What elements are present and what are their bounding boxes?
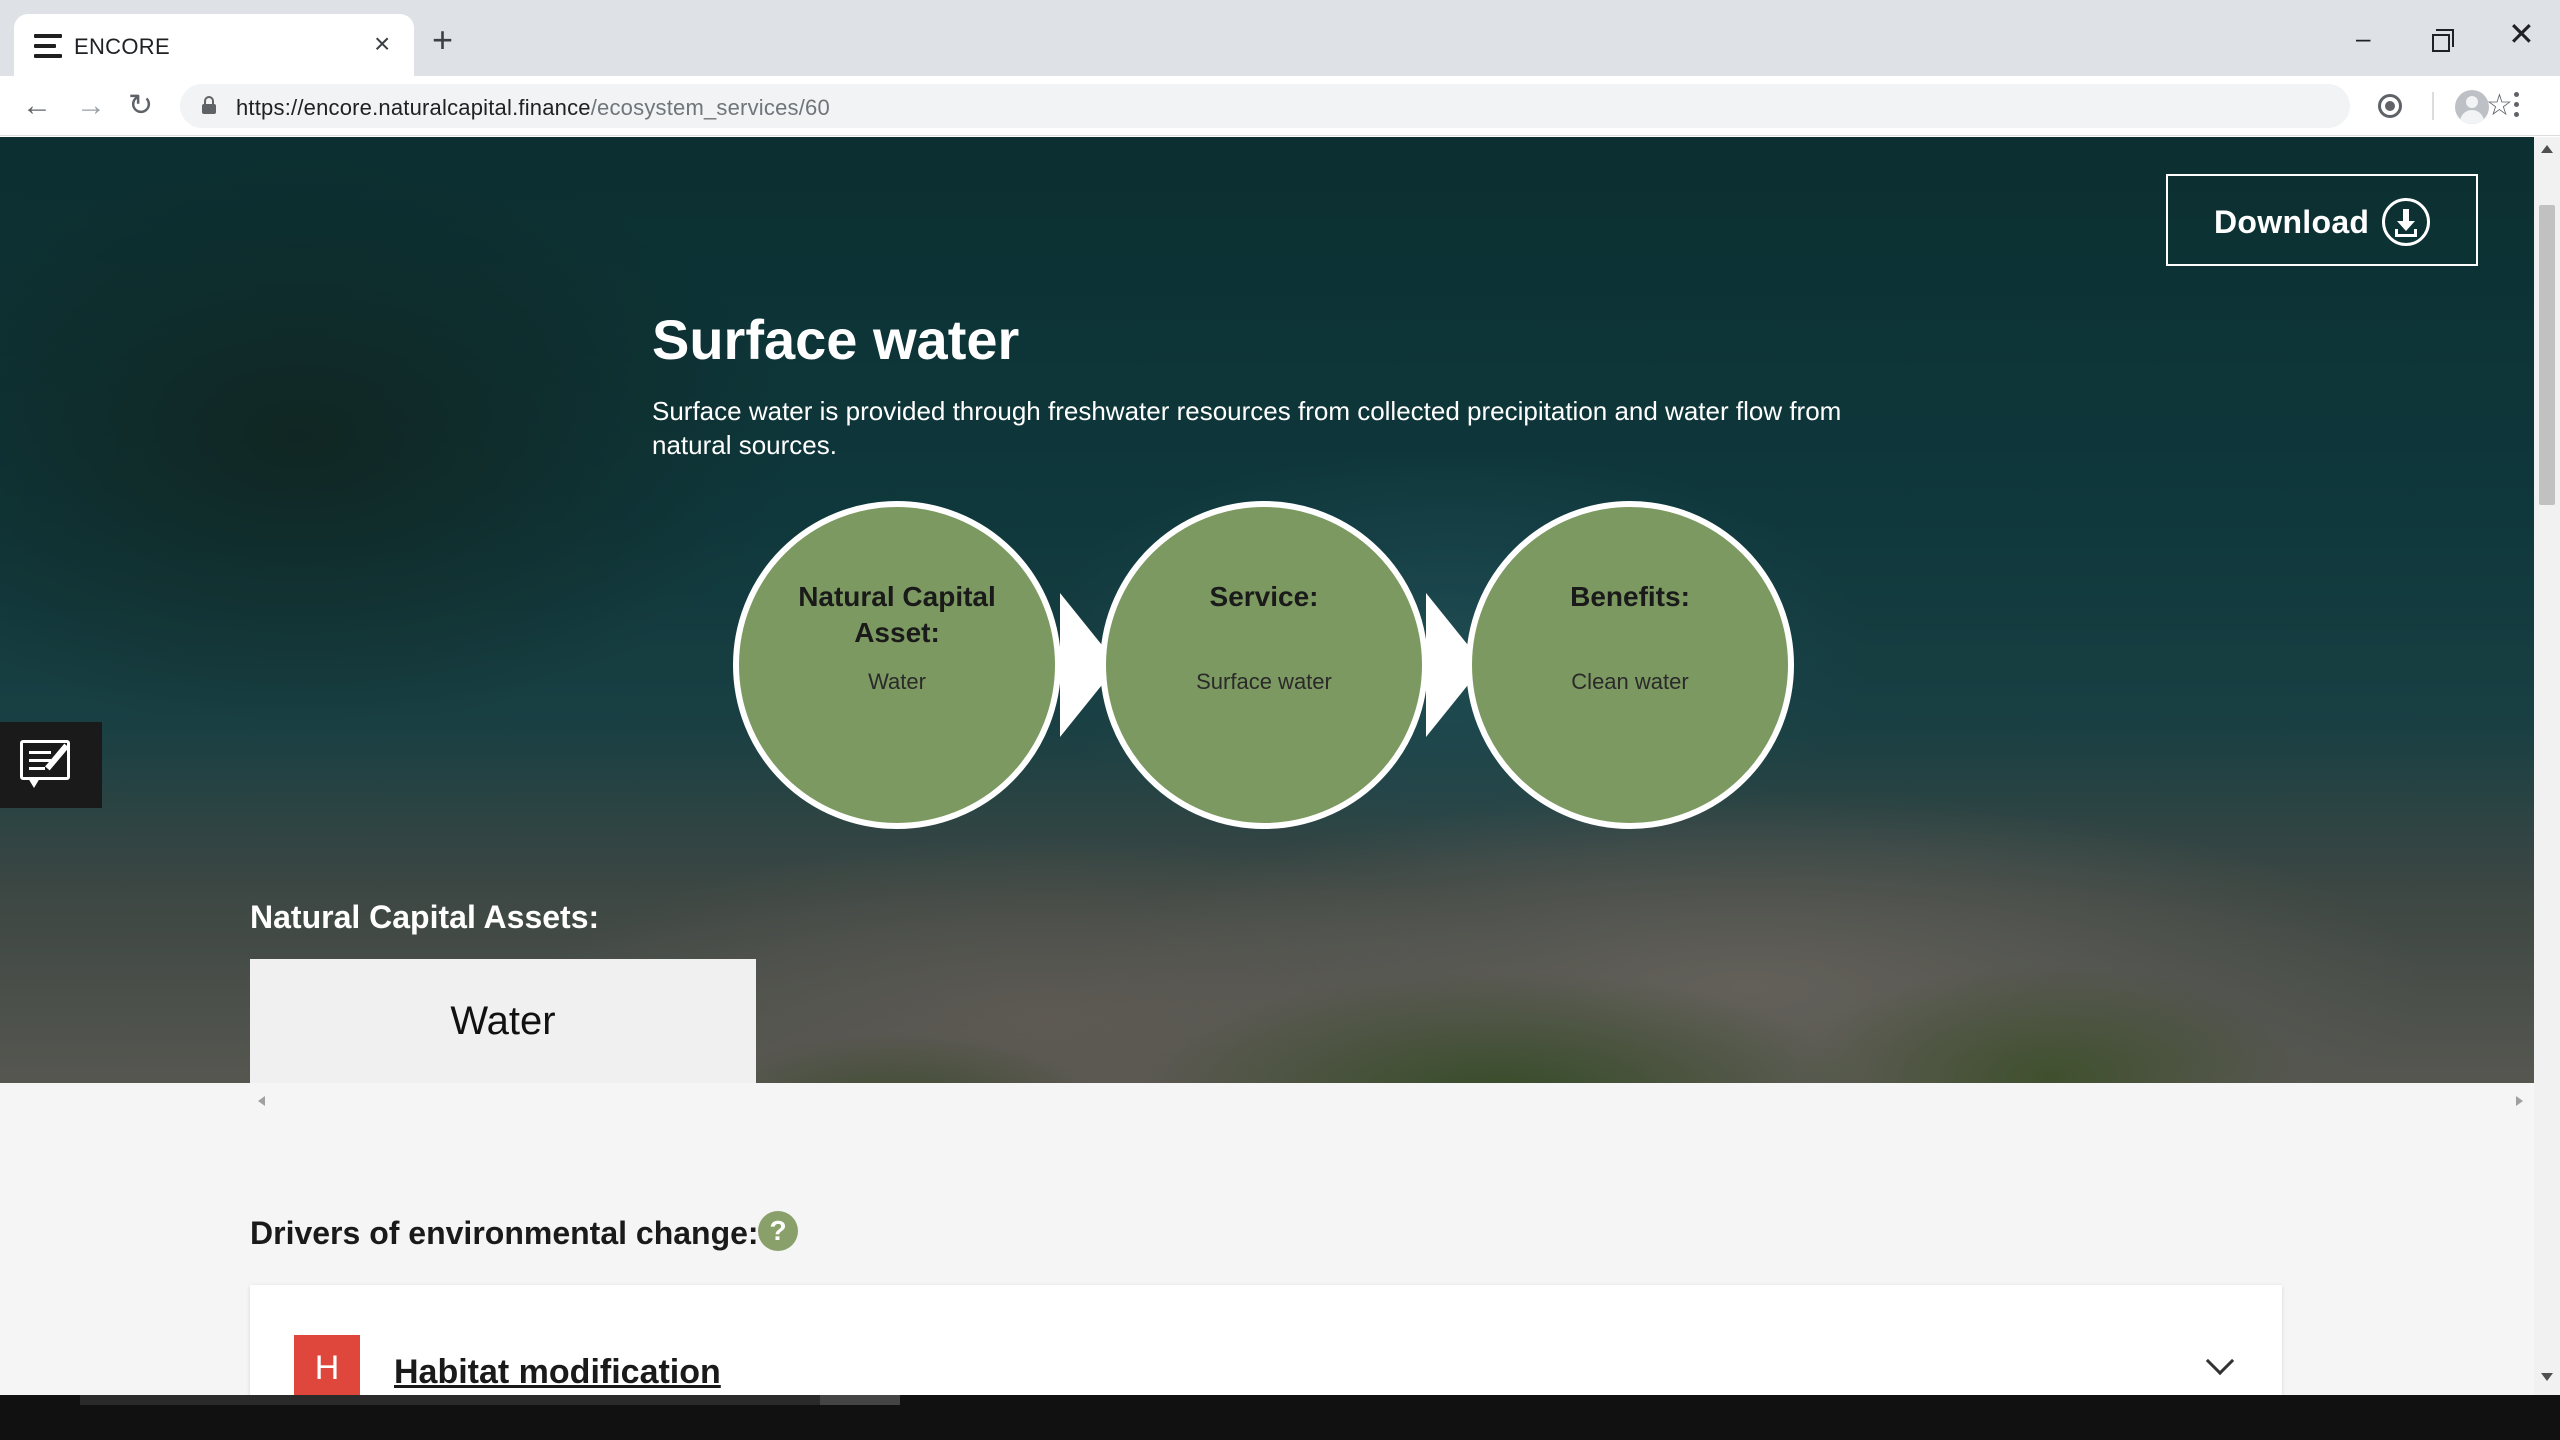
scrollbar-thumb[interactable] [2539,205,2555,505]
flow-circle-service: Service: Surface water [1100,501,1428,829]
bookmark-star-icon[interactable]: ☆ [2486,90,2513,122]
taskbar-segment [80,1395,820,1405]
window-minimize-icon[interactable]: – [2356,24,2370,52]
taskbar-segment [820,1395,900,1405]
assets-horizontal-scrollbar[interactable] [250,1092,2534,1116]
scroll-left-icon[interactable] [258,1096,265,1106]
driver-title-link[interactable]: Habitat modification [394,1353,721,1392]
flow-asset-value: Water [868,669,926,694]
service-flow-diagram: Natural Capital Asset: Water Service: Su… [0,137,2534,1083]
profile-avatar-icon[interactable] [2455,90,2489,124]
toolbar-divider [2432,92,2434,120]
tab-close-icon[interactable]: × [374,28,390,60]
driver-accordion-item[interactable]: H Habitat modification [250,1285,2282,1395]
window-restore-icon[interactable] [2432,29,2454,52]
scroll-down-icon[interactable] [2541,1373,2553,1381]
asset-card-label: Water [450,999,556,1043]
browser-tab[interactable]: ENCORE × [14,14,414,76]
scroll-right-icon[interactable] [2516,1096,2523,1106]
reload-icon[interactable]: ↻ [128,86,153,126]
browser-toolbar: ← → ↻ https://encore.naturalcapital.fina… [0,76,2560,136]
scroll-up-icon[interactable] [2541,145,2553,153]
forward-arrow-icon[interactable]: → [76,86,106,126]
feedback-icon [20,740,78,788]
feedback-button[interactable] [0,722,102,808]
flow-asset-heading: Natural Capital Asset: [798,581,996,648]
flow-benefits-value: Clean water [1571,669,1689,694]
new-tab-icon[interactable]: + [432,22,453,58]
window-close-icon[interactable]: ✕ [2508,18,2535,50]
flow-circle-benefits: Benefits: Clean water [1466,501,1794,829]
drivers-section-label: Drivers of environmental change: [250,1215,759,1251]
assets-section-label: Natural Capital Assets: [250,899,600,935]
asset-card-water[interactable]: Water [250,959,756,1083]
flow-service-value: Surface water [1196,669,1332,694]
driver-badge: H [294,1335,360,1395]
menu-favicon-icon [34,34,62,58]
taskbar-strip [0,1395,2560,1440]
hero-section: Download Surface water Surface water is … [0,137,2534,1083]
page-vertical-scrollbar[interactable] [2534,137,2560,1395]
tab-title: ENCORE [74,34,170,59]
back-arrow-icon[interactable]: ← [22,86,52,126]
flow-circle-asset: Natural Capital Asset: Water [733,501,1061,829]
url-path: /ecosystem_services/60 [590,95,830,120]
help-icon[interactable]: ? [758,1211,798,1251]
browser-menu-icon[interactable] [2514,92,2520,122]
url-host: https://encore.naturalcapital.finance [236,95,591,120]
flow-service-heading: Service: [1209,581,1319,612]
lock-icon[interactable] [202,96,216,114]
url-text[interactable]: https://encore.naturalcapital.finance/ec… [236,95,830,121]
address-bar[interactable]: https://encore.naturalcapital.finance/ec… [180,84,2513,128]
extension-icon[interactable] [2378,94,2402,118]
browser-tab-strip: ENCORE × + – ✕ [0,0,2560,76]
flow-benefits-heading: Benefits: [1570,581,1690,612]
screen: ENCORE × + – ✕ ← → ↻ https://encore.natu… [0,0,2560,1440]
chevron-down-icon[interactable] [2205,1346,2235,1376]
page-viewport: Download Surface water Surface water is … [0,137,2534,1395]
